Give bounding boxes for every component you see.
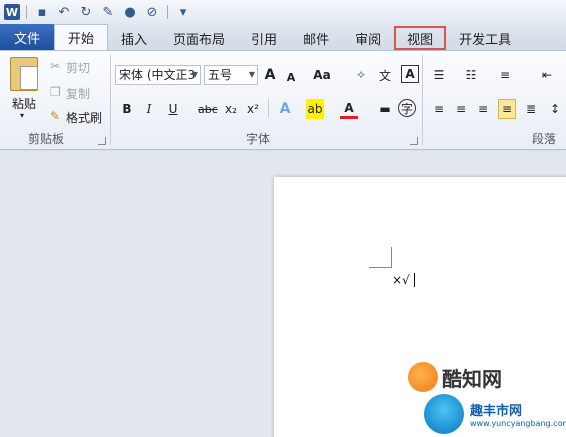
margin-corner-mark xyxy=(391,247,392,268)
subscript-button[interactable]: x₂ xyxy=(222,99,240,119)
char-shading-icon[interactable]: ▬ xyxy=(376,99,394,119)
tab-home[interactable]: 开始 xyxy=(54,24,109,50)
clipboard-launcher-icon[interactable] xyxy=(98,137,106,145)
draw-icon[interactable]: ⊘ xyxy=(143,3,161,21)
numbering-icon[interactable]: ☷ xyxy=(462,65,480,85)
margin-corner-mark xyxy=(369,267,391,268)
ribbon-tabs: 文件 开始 插入 页面布局 引用 邮件 审阅 视图 开发工具 xyxy=(0,24,566,50)
watermark-brand: 酷知网 xyxy=(408,362,502,392)
phonetic-guide-icon[interactable]: 文 xyxy=(376,65,394,85)
font-family-value: 宋体 (中文正3 xyxy=(119,68,196,82)
shrink-font-button[interactable]: A xyxy=(282,67,300,87)
tab-references[interactable]: 引用 xyxy=(238,26,290,50)
divider xyxy=(110,55,111,145)
tab-developer[interactable]: 开发工具 xyxy=(446,26,524,50)
tab-file[interactable]: 文件 xyxy=(0,24,54,50)
watermark-url: www.yuncyangbang.com xyxy=(470,419,566,428)
bullets-icon[interactable]: ☰ xyxy=(430,65,448,85)
cut-icon[interactable]: ✂ xyxy=(50,59,60,73)
format-painter-button[interactable]: 格式刷 xyxy=(66,109,102,126)
char-border-icon[interactable]: A xyxy=(401,65,419,83)
format-icon[interactable]: ✎ xyxy=(99,3,117,21)
quick-access-toolbar: W ▪ ↶ ↻ ✎ ● ⊘ ▾ xyxy=(0,0,566,24)
tab-insert[interactable]: 插入 xyxy=(108,26,160,50)
save-icon[interactable]: ▪ xyxy=(33,3,51,21)
font-launcher-icon[interactable] xyxy=(410,137,418,145)
watermark-site: 趣丰市网 www.yuncyangbang.com xyxy=(424,394,566,434)
customize-dropdown-icon[interactable]: ▾ xyxy=(174,3,192,21)
brand-logo-icon xyxy=(408,362,438,392)
divider xyxy=(167,5,168,19)
paste-button[interactable]: 粘贴 xyxy=(12,95,36,112)
superscript-button[interactable]: x² xyxy=(244,99,262,119)
chevron-down-icon: ▼ xyxy=(248,70,255,79)
tab-review[interactable]: 审阅 xyxy=(342,26,394,50)
tab-view[interactable]: 视图 xyxy=(394,26,447,50)
decrease-indent-icon[interactable]: ⇤ xyxy=(538,65,556,85)
line-spacing-icon[interactable]: ↕ xyxy=(546,99,564,119)
highlight-color-icon[interactable]: ab xyxy=(306,99,324,119)
font-size-select[interactable]: 五号 ▼ xyxy=(204,65,258,85)
ribbon: 粘贴 ▾ ✂ 剪切 ❐ 复制 ✎ 格式刷 剪贴板 宋体 (中文正3 ▼ 五号 ▼… xyxy=(0,50,566,150)
font-family-select[interactable]: 宋体 (中文正3 ▼ xyxy=(115,65,201,85)
paste-dropdown-icon[interactable]: ▾ xyxy=(20,111,24,120)
tab-mailings[interactable]: 邮件 xyxy=(290,26,342,50)
group-label-font: 字体 xyxy=(246,132,271,146)
divider xyxy=(422,55,423,145)
text-effects-icon[interactable]: A xyxy=(276,99,294,119)
italic-button[interactable]: I xyxy=(140,99,158,119)
group-label-clipboard: 剪贴板 xyxy=(28,132,65,146)
align-left-icon[interactable]: ≡ xyxy=(430,99,448,119)
watermark-text: 酷知网 xyxy=(442,366,502,391)
change-case-button[interactable]: Aa xyxy=(313,65,331,85)
group-label-paragraph: 段落 xyxy=(532,132,557,146)
copy-button[interactable]: 复制 xyxy=(66,85,90,102)
divider xyxy=(268,99,269,117)
divider xyxy=(26,5,27,19)
color-icon[interactable]: ● xyxy=(121,3,139,21)
document-text[interactable]: ×√ xyxy=(392,273,410,287)
strikethrough-button[interactable]: abc xyxy=(198,99,218,119)
enclose-char-icon[interactable]: 字 xyxy=(398,99,416,117)
align-center-icon[interactable]: ≡ xyxy=(452,99,470,119)
chevron-down-icon: ▼ xyxy=(191,70,198,79)
copy-icon[interactable]: ❐ xyxy=(50,85,61,99)
format-painter-icon[interactable]: ✎ xyxy=(50,109,60,123)
multilevel-list-icon[interactable]: ≡ xyxy=(496,65,514,85)
underline-button[interactable]: U xyxy=(164,99,182,119)
word-logo-icon: W xyxy=(4,4,20,20)
clear-format-icon[interactable]: ✧ xyxy=(352,65,370,85)
site-logo-icon xyxy=(424,394,464,434)
align-right-icon[interactable]: ≡ xyxy=(474,99,492,119)
font-color-icon[interactable]: A xyxy=(340,99,358,119)
watermark-site-text: 趣丰市网 xyxy=(470,404,523,419)
tab-page-layout[interactable]: 页面布局 xyxy=(160,26,238,50)
redo-icon[interactable]: ↻ xyxy=(77,3,95,21)
font-size-value: 五号 xyxy=(208,68,233,82)
paste-icon[interactable] xyxy=(10,57,38,91)
undo-icon[interactable]: ↶ xyxy=(55,3,73,21)
justify-icon[interactable]: ≡ xyxy=(498,99,516,119)
distributed-icon[interactable]: ≣ xyxy=(522,99,540,119)
grow-font-button[interactable]: A xyxy=(261,65,279,85)
bold-button[interactable]: B xyxy=(118,99,136,119)
text-cursor xyxy=(414,273,415,287)
cut-button[interactable]: 剪切 xyxy=(66,59,90,76)
